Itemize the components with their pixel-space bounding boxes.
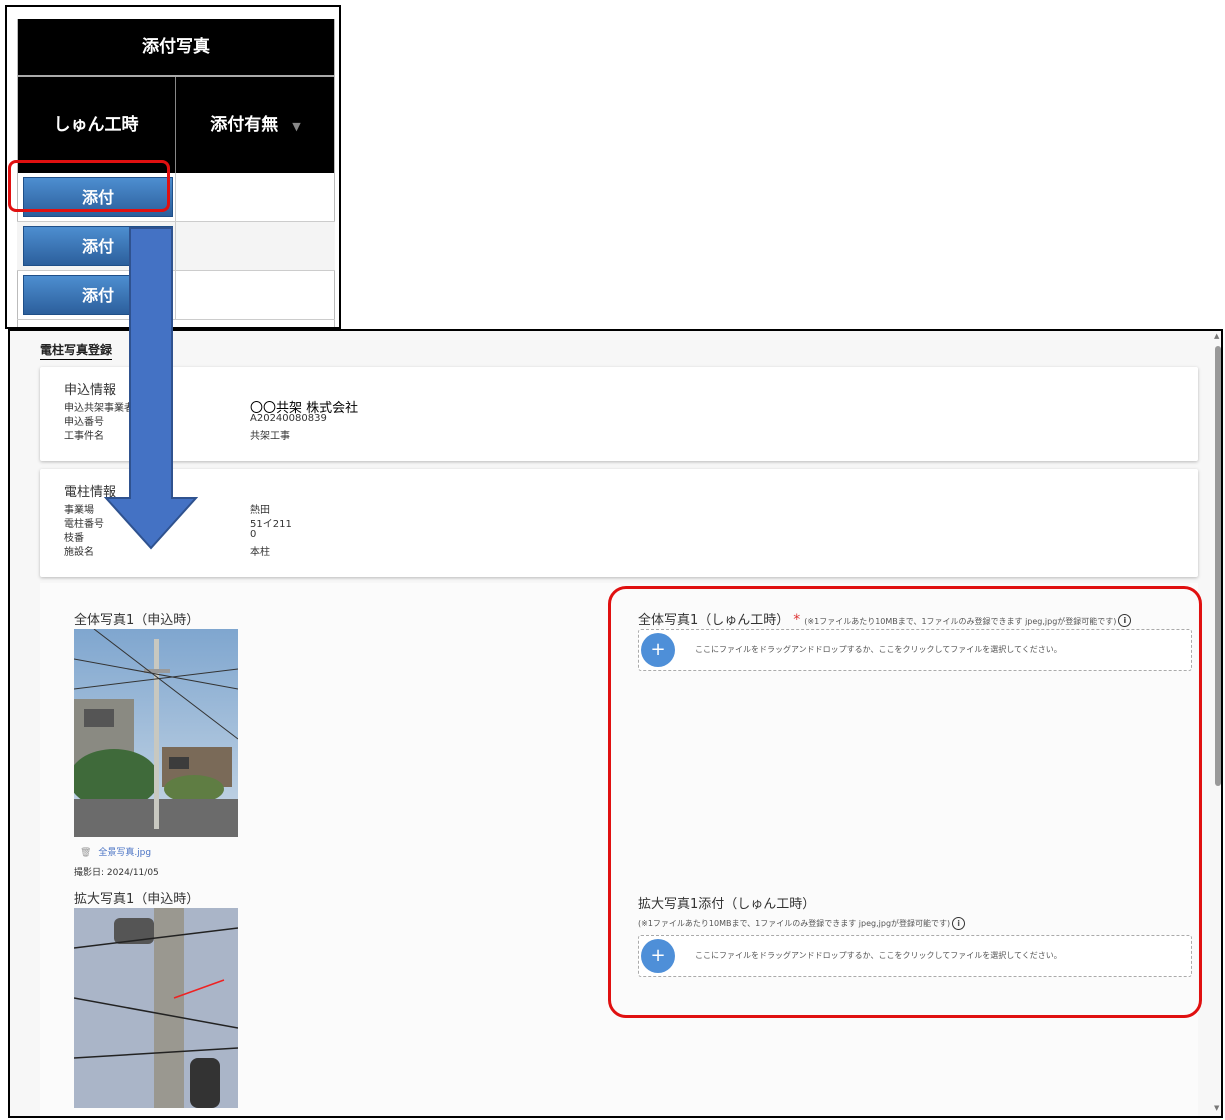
- scrollbar[interactable]: ▲ ▼: [1213, 332, 1223, 1112]
- zoom-photo-image[interactable]: [74, 908, 238, 1108]
- trash-icon[interactable]: 🗑: [80, 848, 91, 858]
- column-header-shunkou[interactable]: しゅん工時: [17, 77, 176, 173]
- column-header-attached[interactable]: 添付有無 ▼: [176, 77, 335, 173]
- pole-info-card: 電柱情報 事業場 電柱番号 枝番 施設名 熱田 51イ211 0 本柱: [40, 469, 1198, 577]
- overall-photo-date: 撮影日: 2024/11/05: [74, 868, 159, 878]
- group-header-attached-photo: 添付写真: [17, 19, 335, 75]
- filter-icon[interactable]: ▼: [292, 120, 300, 133]
- overall-photo-image[interactable]: [74, 629, 238, 837]
- scroll-down-icon[interactable]: ▼: [1214, 1104, 1219, 1112]
- branch-number-value: 0: [250, 529, 257, 540]
- flow-arrow-icon: [104, 227, 198, 550]
- attach-button-highlight: [8, 160, 170, 212]
- construction-name-label: 工事件名: [64, 431, 104, 442]
- scroll-up-icon[interactable]: ▲: [1214, 332, 1219, 340]
- application-number-label: 申込番号: [64, 417, 104, 428]
- facility-name-value: 本柱: [250, 547, 270, 558]
- overall-photo-title: 全体写真1（申込時）: [74, 613, 200, 628]
- office-label: 事業場: [64, 505, 94, 516]
- column-header-attached-label: 添付有無: [210, 115, 279, 135]
- branch-number-label: 枝番: [64, 533, 84, 544]
- office-value: 熱田: [250, 505, 270, 516]
- zoom-photo-title: 拡大写真1（申込時）: [74, 892, 200, 907]
- scrollbar-thumb[interactable]: [1215, 346, 1221, 786]
- facility-name-label: 施設名: [64, 547, 94, 558]
- application-number-value: A20240080839: [250, 413, 327, 424]
- overall-photo-file-link[interactable]: 🗑 全景写真.jpg: [80, 845, 151, 858]
- upload-area-highlight: [608, 586, 1202, 1018]
- construction-name-value: 共架工事: [250, 431, 290, 442]
- pole-number-value: 51イ211: [250, 519, 292, 530]
- pole-number-label: 電柱番号: [64, 519, 104, 530]
- application-info-card: 申込情報 申込共架事業者 申込番号 工事件名 〇〇共架 株式会社 A202400…: [40, 367, 1198, 461]
- page-title: 電柱写真登録: [40, 341, 113, 360]
- overall-photo-file-name[interactable]: 全景写真.jpg: [98, 848, 151, 858]
- column-header-row: しゅん工時 添付有無 ▼: [17, 77, 335, 173]
